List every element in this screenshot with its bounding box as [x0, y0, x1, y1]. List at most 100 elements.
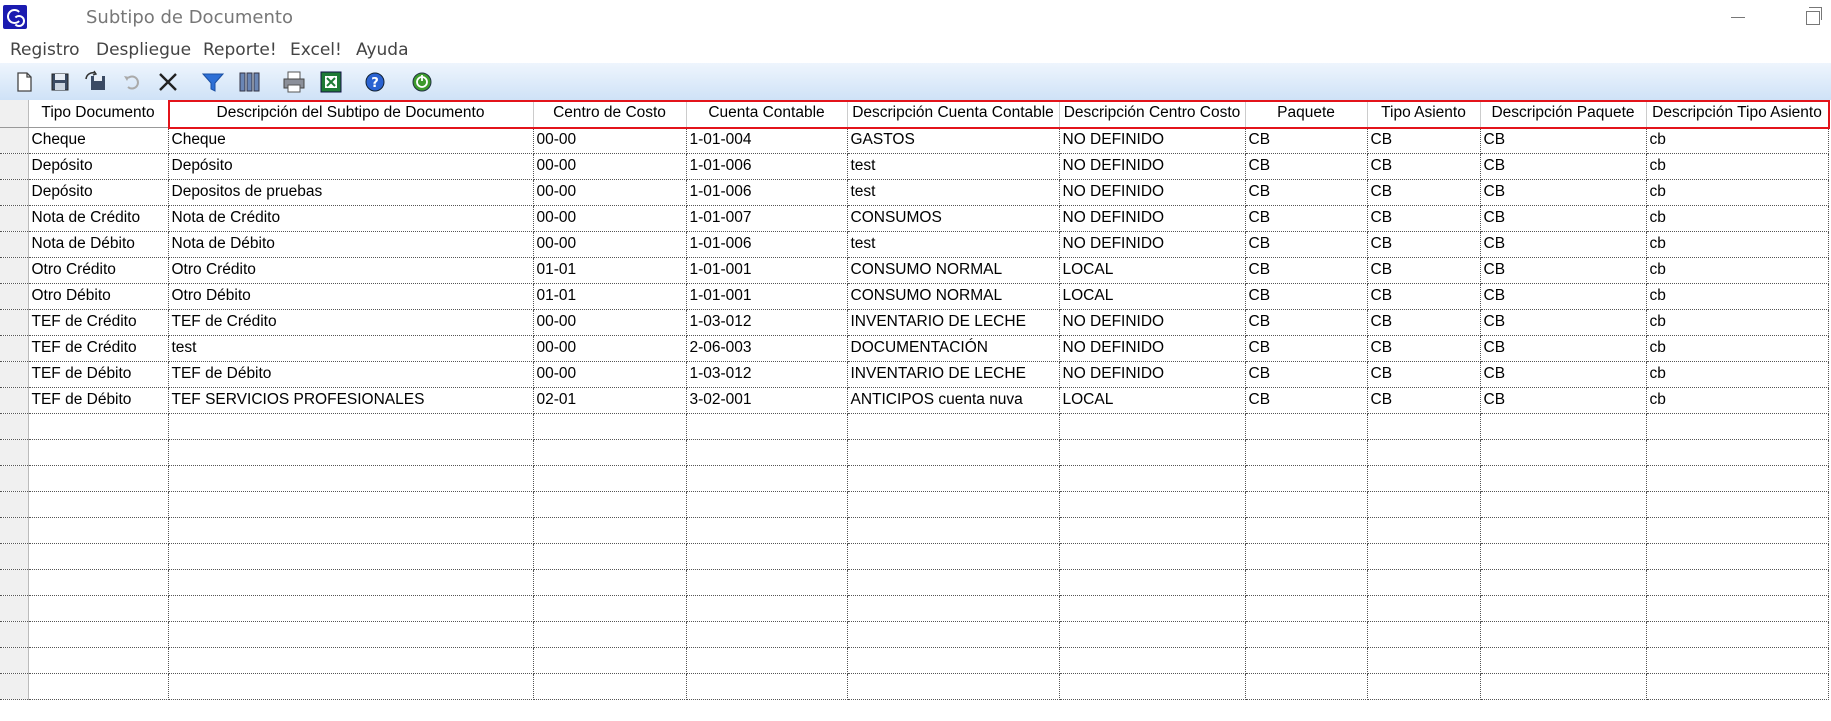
- row-selector[interactable]: [0, 309, 29, 336]
- empty-table-cell[interactable]: [847, 413, 1060, 440]
- empty-table-cell[interactable]: [1059, 413, 1246, 440]
- table-cell[interactable]: NO DEFINIDO: [1059, 231, 1246, 258]
- table-cell[interactable]: cb: [1646, 283, 1829, 310]
- table-cell[interactable]: 2-06-003: [686, 335, 848, 362]
- empty-table-cell[interactable]: [1646, 673, 1829, 700]
- empty-table-cell[interactable]: [28, 595, 169, 622]
- empty-table-cell[interactable]: [533, 491, 687, 518]
- empty-table-cell[interactable]: [686, 543, 848, 570]
- empty-table-cell[interactable]: [1646, 491, 1829, 518]
- save-as-icon[interactable]: [83, 69, 109, 95]
- table-cell[interactable]: Nota de Crédito: [168, 205, 534, 232]
- table-cell[interactable]: cb: [1646, 387, 1829, 414]
- table-cell[interactable]: 00-00: [533, 205, 687, 232]
- table-row[interactable]: Otro Débito Otro Débito 01-01 1-01-001 CONSU…: [0, 283, 1829, 310]
- table-cell[interactable]: CB: [1480, 127, 1647, 154]
- empty-table-cell[interactable]: [1059, 517, 1246, 544]
- table-cell[interactable]: 1-01-006: [686, 153, 848, 180]
- empty-table-cell[interactable]: [1480, 465, 1647, 492]
- empty-table-cell[interactable]: [168, 517, 534, 544]
- table-cell[interactable]: Otro Débito: [28, 283, 169, 310]
- row-selector[interactable]: [0, 673, 29, 700]
- exit-icon[interactable]: [409, 69, 435, 95]
- empty-table-cell[interactable]: [847, 595, 1060, 622]
- empty-table-cell[interactable]: [168, 673, 534, 700]
- empty-table-cell[interactable]: [28, 569, 169, 596]
- menu-despliegue[interactable]: Despliegue: [96, 40, 191, 60]
- menu-registro[interactable]: Registro: [10, 40, 80, 60]
- column-header-centro-costo[interactable]: Centro de Costo: [533, 100, 687, 128]
- table-cell[interactable]: 02-01: [533, 387, 687, 414]
- empty-table-cell[interactable]: [1367, 621, 1481, 648]
- empty-table-cell[interactable]: [1245, 439, 1368, 466]
- empty-table-row[interactable]: [0, 439, 1829, 466]
- empty-table-cell[interactable]: [847, 517, 1060, 544]
- table-cell[interactable]: Depósito: [28, 153, 169, 180]
- empty-table-cell[interactable]: [1646, 569, 1829, 596]
- table-cell[interactable]: CB: [1245, 361, 1368, 388]
- empty-table-cell[interactable]: [686, 595, 848, 622]
- empty-table-cell[interactable]: [1245, 647, 1368, 674]
- columns-icon[interactable]: [236, 69, 262, 95]
- table-cell[interactable]: Otro Crédito: [168, 257, 534, 284]
- table-cell[interactable]: 00-00: [533, 361, 687, 388]
- table-row[interactable]: Nota de Débito Nota de Débito 00-00 1-01-00…: [0, 231, 1829, 258]
- table-cell[interactable]: Cheque: [28, 127, 169, 154]
- table-cell[interactable]: CB: [1480, 309, 1647, 336]
- empty-table-cell[interactable]: [1480, 491, 1647, 518]
- table-row[interactable]: Nota de Crédito Nota de Crédito 00-00 1-01-…: [0, 205, 1829, 232]
- empty-table-cell[interactable]: [533, 673, 687, 700]
- menu-excel[interactable]: Excel!: [290, 40, 342, 60]
- empty-table-cell[interactable]: [686, 621, 848, 648]
- empty-table-cell[interactable]: [1367, 517, 1481, 544]
- table-cell[interactable]: 00-00: [533, 309, 687, 336]
- table-row[interactable]: Otro Crédito Otro Crédito 01-01 1-01-001 CON…: [0, 257, 1829, 284]
- row-selector[interactable]: [0, 491, 29, 518]
- empty-table-cell[interactable]: [1059, 543, 1246, 570]
- empty-table-cell[interactable]: [533, 543, 687, 570]
- table-cell[interactable]: LOCAL: [1059, 387, 1246, 414]
- empty-table-cell[interactable]: [533, 569, 687, 596]
- save-icon[interactable]: [47, 69, 73, 95]
- empty-table-cell[interactable]: [1367, 413, 1481, 440]
- column-header-descripcion-cuenta-contable[interactable]: Descripción Cuenta Contable: [847, 100, 1060, 128]
- empty-table-cell[interactable]: [1059, 621, 1246, 648]
- row-selector-header[interactable]: [0, 100, 29, 128]
- table-cell[interactable]: CB: [1480, 361, 1647, 388]
- table-cell[interactable]: CB: [1367, 257, 1481, 284]
- delete-icon[interactable]: [155, 69, 181, 95]
- empty-table-cell[interactable]: [28, 491, 169, 518]
- table-cell[interactable]: CB: [1367, 387, 1481, 414]
- table-cell[interactable]: cb: [1646, 153, 1829, 180]
- table-cell[interactable]: CB: [1245, 283, 1368, 310]
- empty-table-cell[interactable]: [1480, 595, 1647, 622]
- empty-table-cell[interactable]: [1646, 621, 1829, 648]
- table-cell[interactable]: 1-03-012: [686, 309, 848, 336]
- empty-table-cell[interactable]: [1480, 413, 1647, 440]
- empty-table-cell[interactable]: [28, 439, 169, 466]
- empty-table-cell[interactable]: [847, 647, 1060, 674]
- empty-table-cell[interactable]: [1646, 543, 1829, 570]
- table-cell[interactable]: TEF de Crédito: [28, 309, 169, 336]
- empty-table-cell[interactable]: [1480, 569, 1647, 596]
- table-cell[interactable]: NO DEFINIDO: [1059, 179, 1246, 206]
- empty-table-cell[interactable]: [1480, 543, 1647, 570]
- empty-table-row[interactable]: [0, 465, 1829, 492]
- empty-table-cell[interactable]: [686, 439, 848, 466]
- empty-table-cell[interactable]: [533, 647, 687, 674]
- table-cell[interactable]: CB: [1367, 153, 1481, 180]
- table-cell[interactable]: 1-01-001: [686, 283, 848, 310]
- table-cell[interactable]: LOCAL: [1059, 257, 1246, 284]
- table-cell[interactable]: Nota de Débito: [168, 231, 534, 258]
- column-header-cuenta-contable[interactable]: Cuenta Contable: [686, 100, 848, 128]
- table-cell[interactable]: ANTICIPOS cuenta nuva: [847, 387, 1060, 414]
- empty-table-cell[interactable]: [1059, 465, 1246, 492]
- row-selector[interactable]: [0, 335, 29, 362]
- empty-table-row[interactable]: [0, 413, 1829, 440]
- excel-icon[interactable]: [318, 69, 344, 95]
- table-cell[interactable]: test: [847, 231, 1060, 258]
- table-cell[interactable]: CB: [1245, 205, 1368, 232]
- row-selector[interactable]: [0, 153, 29, 180]
- table-cell[interactable]: cb: [1646, 127, 1829, 154]
- filter-icon[interactable]: [200, 69, 226, 95]
